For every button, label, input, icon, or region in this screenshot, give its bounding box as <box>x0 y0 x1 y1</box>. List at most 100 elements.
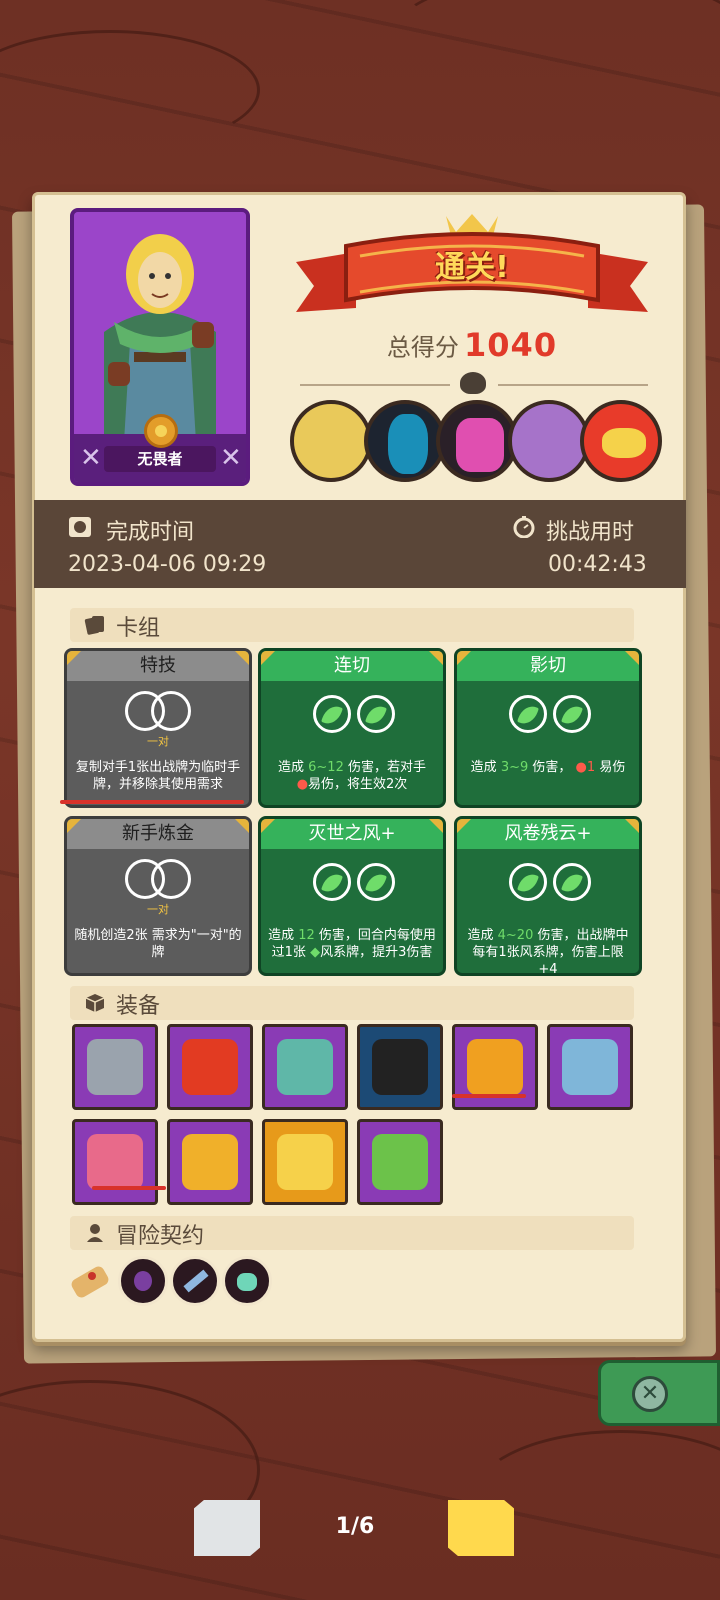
equipment-label: 装备 <box>116 994 161 1019</box>
deck-card-3[interactable]: 影切 造成 3~9 伤害， ●1 易伤 <box>454 648 642 808</box>
medal-icon <box>144 414 178 448</box>
card-description: 造成 6~12 伤害，若对手 ●易伤，将生效2次 <box>267 759 437 793</box>
contract-label: 冒险契约 <box>116 1224 205 1249</box>
green-potion-icon[interactable] <box>222 1256 272 1306</box>
vulnerable-count: 1 <box>586 760 596 775</box>
desc-part: 造成 <box>277 760 304 775</box>
card-description: 造成 3~9 伤害， ●1 易伤 <box>463 759 633 776</box>
wind-icon <box>313 695 351 733</box>
golden-glove-icon[interactable] <box>167 1119 253 1205</box>
equipment-art <box>372 1039 428 1095</box>
red-underline <box>60 800 244 804</box>
damage-range: 4~20 <box>497 928 534 943</box>
wind-icon <box>509 863 547 901</box>
equipment-art <box>467 1039 523 1095</box>
previous-page-button[interactable] <box>194 1500 260 1556</box>
card-title: 风卷残云+ <box>457 819 639 849</box>
desc-part: 易伤，将生效2次 <box>308 777 408 792</box>
fire-potion-icon[interactable] <box>167 1024 253 1110</box>
desc-part: 造成 <box>467 928 494 943</box>
deck-card-6[interactable]: 风卷残云+ 造成 4~20 伤害，出战牌中每有1张风系牌，伤害上限+4 <box>454 816 642 976</box>
equipment-section-header: 装备 <box>70 986 634 1020</box>
desc-part: 伤害， <box>532 760 572 775</box>
desc-part: 伤害，若对手 <box>348 760 427 775</box>
deck-card-5[interactable]: 灭世之风+ 造成 12 伤害，回合内每使用过1张 ◆风系牌，提升3伤害 <box>258 816 446 976</box>
wind-icon <box>509 695 547 733</box>
close-icon[interactable]: ✕ <box>632 1376 668 1412</box>
equipment-art <box>87 1039 143 1095</box>
wind-small-icon: ◆ <box>310 945 321 960</box>
card-description: 造成 12 伤害，回合内每使用过1张 ◆风系牌，提升3伤害 <box>267 927 437 961</box>
bone-right-icon: ✕ <box>220 443 242 473</box>
contract-section-header: 冒险契约 <box>70 1216 634 1250</box>
desc-part: 风系牌，提升3伤害 <box>320 945 433 960</box>
equipment-art <box>87 1134 143 1190</box>
spotted-egg-icon[interactable] <box>72 1119 158 1205</box>
boss-portrait-5[interactable] <box>580 400 662 482</box>
skull-icon <box>460 372 486 394</box>
stats-bar: 完成时间 2023-04-06 09:29 挑战用时 00:42:43 <box>34 500 686 588</box>
crystal-bar-icon[interactable] <box>170 1256 220 1306</box>
boss-portrait-1[interactable] <box>290 400 372 482</box>
challenge-time-label: 挑战用时 <box>546 520 635 545</box>
equipment-art <box>182 1134 238 1190</box>
card-title: 影切 <box>457 651 639 681</box>
next-page-button[interactable] <box>448 1500 514 1556</box>
deck-card-2[interactable]: 连切 造成 6~12 伤害，若对手 ●易伤，将生效2次 <box>258 648 446 808</box>
hero-name: 无畏者 <box>104 446 216 472</box>
dark-flask-icon[interactable] <box>118 1256 168 1306</box>
film-icon <box>69 517 91 537</box>
card-title: 特技 <box>67 651 249 681</box>
box-icon <box>85 994 105 1012</box>
hero-portrait <box>74 212 246 442</box>
bone-left-icon: ✕ <box>80 443 102 473</box>
card-description: 复制对手1张出战牌为临时手牌，并移除其使用需求 <box>75 760 241 792</box>
boss-portrait-3[interactable] <box>436 400 518 482</box>
golden-crown-icon[interactable] <box>262 1119 348 1205</box>
wind-icon <box>553 863 591 901</box>
clear-label: 通关! <box>435 250 509 285</box>
card-title: 新手炼金 <box>67 819 249 849</box>
damage-range: 3~9 <box>500 760 529 775</box>
leaf-ring-icon[interactable] <box>262 1024 348 1110</box>
vulnerable-icon: ● <box>575 760 587 775</box>
vulnerable-icon: ● <box>296 777 309 792</box>
deck-card-1[interactable]: 特技 一对 复制对手1张出战牌为临时手牌，并移除其使用需求 <box>64 648 252 808</box>
card-title: 灭世之风+ <box>261 819 443 849</box>
card-description: 造成 4~20 伤害，出战牌中每有1张风系牌，伤害上限+4 <box>463 927 633 976</box>
clear-banner: 通关! <box>296 212 648 322</box>
red-underline <box>92 1186 166 1190</box>
challenge-time-value: 00:42:43 <box>548 552 647 577</box>
pair-ring-icon <box>151 691 191 731</box>
desc-part: 易伤 <box>599 760 626 775</box>
green-leaves-icon[interactable] <box>357 1119 443 1205</box>
stopwatch-icon <box>513 516 535 538</box>
person-icon <box>87 1224 103 1242</box>
card-tag: 一对 <box>147 735 169 748</box>
completion-time-value: 2023-04-06 09:29 <box>68 552 267 577</box>
card-description: 随机创造2张 需求为"一对"的牌 <box>74 928 242 960</box>
total-score: 总得分 1040 <box>296 326 648 364</box>
boss-portrait-4[interactable] <box>508 400 590 482</box>
wind-icon <box>313 863 351 901</box>
boss-portrait-2[interactable] <box>364 400 446 482</box>
scroll-icon[interactable] <box>66 1258 114 1306</box>
magic-hat-dice-icon[interactable] <box>357 1024 443 1110</box>
deck-label: 卡组 <box>116 616 161 641</box>
wind-icon <box>357 695 395 733</box>
desc-part: 造成 <box>268 928 295 943</box>
desc-part: 伤害，出战牌中每有1张风系牌，伤害上限+4 <box>472 928 629 976</box>
pair-ring-icon <box>151 859 191 899</box>
equipment-art <box>277 1039 333 1095</box>
deck-section-header: 卡组 <box>70 608 634 642</box>
damage-range: 12 <box>298 928 315 943</box>
silver-horn-icon[interactable] <box>547 1024 633 1110</box>
damage-range: 6~12 <box>308 760 344 775</box>
equipment-art <box>372 1134 428 1190</box>
equipment-art <box>562 1039 618 1095</box>
wind-icon <box>357 863 395 901</box>
deck-card-4[interactable]: 新手炼金 一对 随机创造2张 需求为"一对"的牌 <box>64 816 252 976</box>
score-value: 1040 <box>464 326 558 364</box>
desc-part: 造成 <box>470 760 497 775</box>
cube-maze-icon[interactable] <box>72 1024 158 1110</box>
